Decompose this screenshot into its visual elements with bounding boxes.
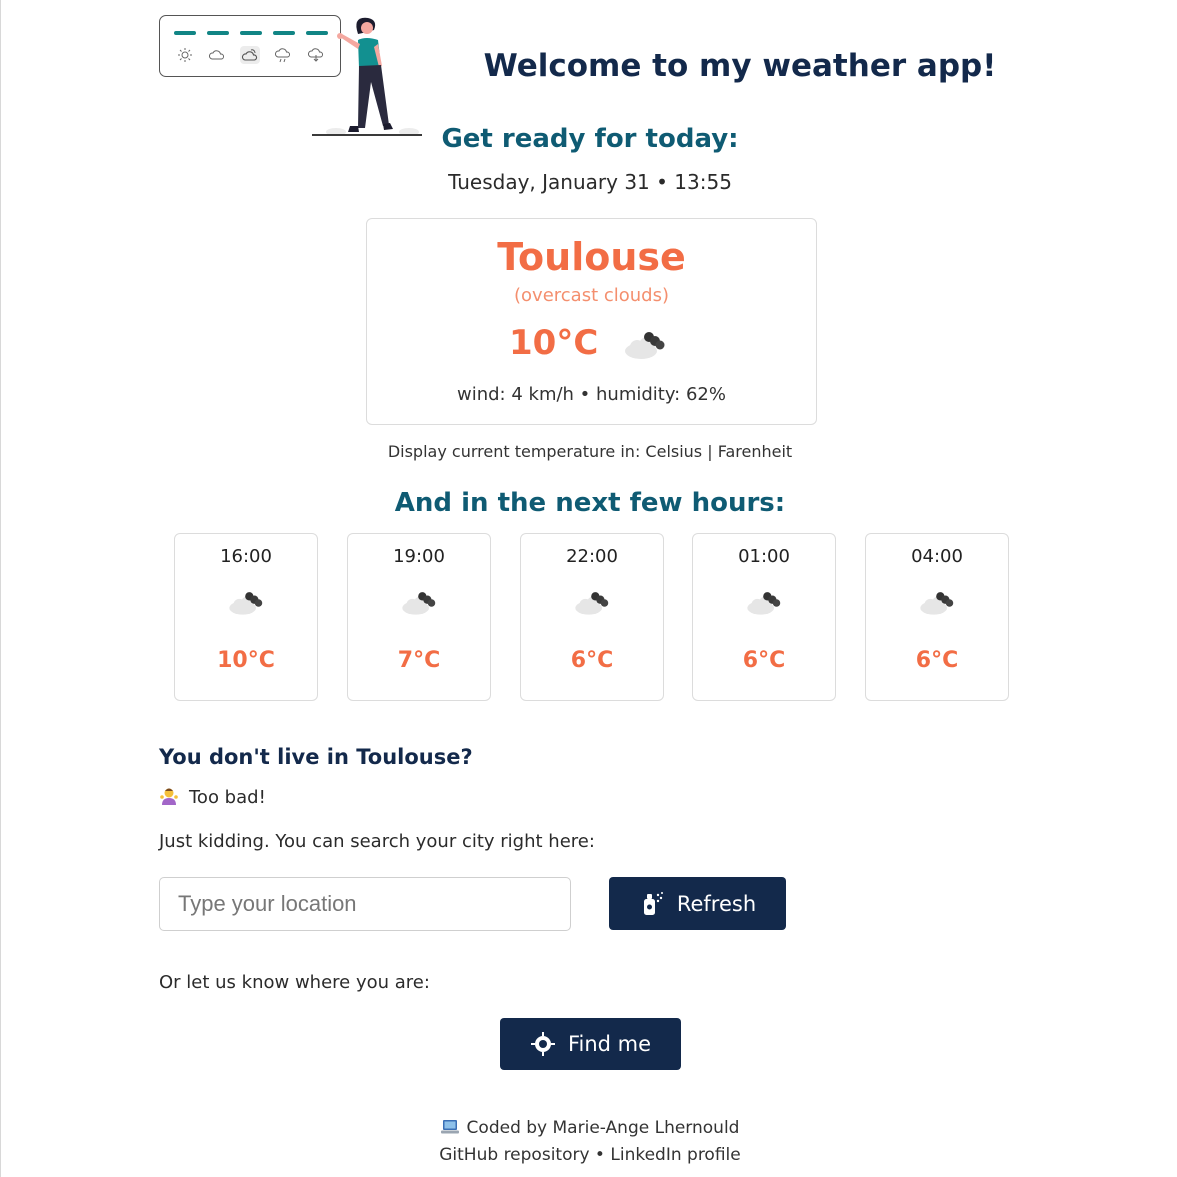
too-bad-line: Too bad! — [159, 786, 266, 808]
forecast-card: 04:00 6°C — [865, 533, 1009, 701]
section-title-forecast: And in the next few hours: — [394, 488, 786, 518]
person-illustration — [337, 17, 393, 132]
forecast-temperature: 6°C — [915, 648, 959, 673]
find-me-button-label: Find me — [567, 1032, 652, 1056]
footer-coded-by: Coded by Marie-Ange Lhernould — [466, 1118, 740, 1138]
forecast-card: 22:00 6°C — [520, 533, 664, 701]
footer-separator: • — [589, 1145, 611, 1165]
forecast-time: 01:00 — [738, 546, 790, 567]
cloud-sun-icon — [240, 46, 260, 64]
forecast-temperature: 10°C — [217, 648, 275, 673]
refresh-button[interactable]: Refresh — [609, 877, 786, 930]
current-temperature: 10°C — [509, 323, 599, 363]
forecast-temperature: 7°C — [397, 648, 441, 673]
sun-icon — [178, 48, 192, 62]
locate-prompt: Or let us know where you are: — [159, 972, 430, 993]
github-link[interactable]: GitHub repository — [439, 1145, 589, 1165]
refresh-button-label: Refresh — [676, 891, 757, 916]
footer-credit: Coded by Marie-Ange Lhernould — [330, 1118, 850, 1138]
spray-icon — [643, 891, 663, 915]
section-title-today: Get ready for today: — [441, 124, 739, 154]
find-me-button[interactable]: Find me — [500, 1018, 681, 1070]
cloud-download-icon — [307, 48, 324, 62]
weather-board-illustration — [159, 15, 341, 77]
current-weather-card: Toulouse (overcast clouds) 10°C wind: 4 … — [366, 218, 817, 425]
unit-toggle: Display current temperature in: Celsius … — [330, 442, 850, 461]
unit-separator: | — [702, 442, 718, 461]
overcast-clouds-icon — [229, 592, 263, 615]
city-name: Toulouse — [497, 235, 686, 279]
forecast-card: 01:00 6°C — [692, 533, 836, 701]
header-illustration — [158, 14, 428, 138]
current-datetime: Tuesday, January 31 • 13:55 — [448, 170, 732, 194]
search-prompt: Just kidding. You can search your city r… — [159, 831, 595, 852]
linkedin-link[interactable]: LinkedIn profile — [610, 1145, 740, 1165]
location-search-input[interactable] — [159, 877, 571, 931]
too-bad-text: Too bad! — [189, 787, 266, 808]
weather-description: (overcast clouds) — [514, 285, 669, 306]
overcast-clouds-icon — [920, 592, 954, 615]
forecast-time: 16:00 — [220, 546, 272, 567]
forecast-card: 16:00 10°C — [174, 533, 318, 701]
footer-links: GitHub repository • LinkedIn profile — [330, 1145, 850, 1165]
forecast-temperature: 6°C — [742, 648, 786, 673]
forecast-card: 19:00 7°C — [347, 533, 491, 701]
page-title: Welcome to my weather app! — [483, 48, 997, 84]
overcast-clouds-icon — [747, 592, 781, 615]
forecast-time: 19:00 — [393, 546, 445, 567]
shrug-emoji-icon — [160, 788, 178, 805]
wind-humidity: wind: 4 km/h • humidity: 62% — [457, 384, 726, 405]
cloud-rain-icon — [274, 48, 291, 63]
cloud-icon — [208, 50, 225, 60]
page-border — [0, 0, 1, 1177]
location-icon — [530, 1032, 555, 1056]
laptop-icon — [440, 1120, 459, 1134]
forecast-temperature: 6°C — [570, 648, 614, 673]
celsius-link[interactable]: Celsius — [645, 442, 702, 461]
fahrenheit-link[interactable]: Farenheit — [718, 442, 792, 461]
overcast-clouds-icon — [625, 332, 665, 359]
forecast-time: 22:00 — [566, 546, 618, 567]
overcast-clouds-icon — [575, 592, 609, 615]
overcast-clouds-icon — [402, 592, 436, 615]
search-question: You don't live in Toulouse? — [159, 745, 473, 769]
forecast-time: 04:00 — [911, 546, 963, 567]
unit-toggle-prefix: Display current temperature in: — [387, 442, 646, 461]
